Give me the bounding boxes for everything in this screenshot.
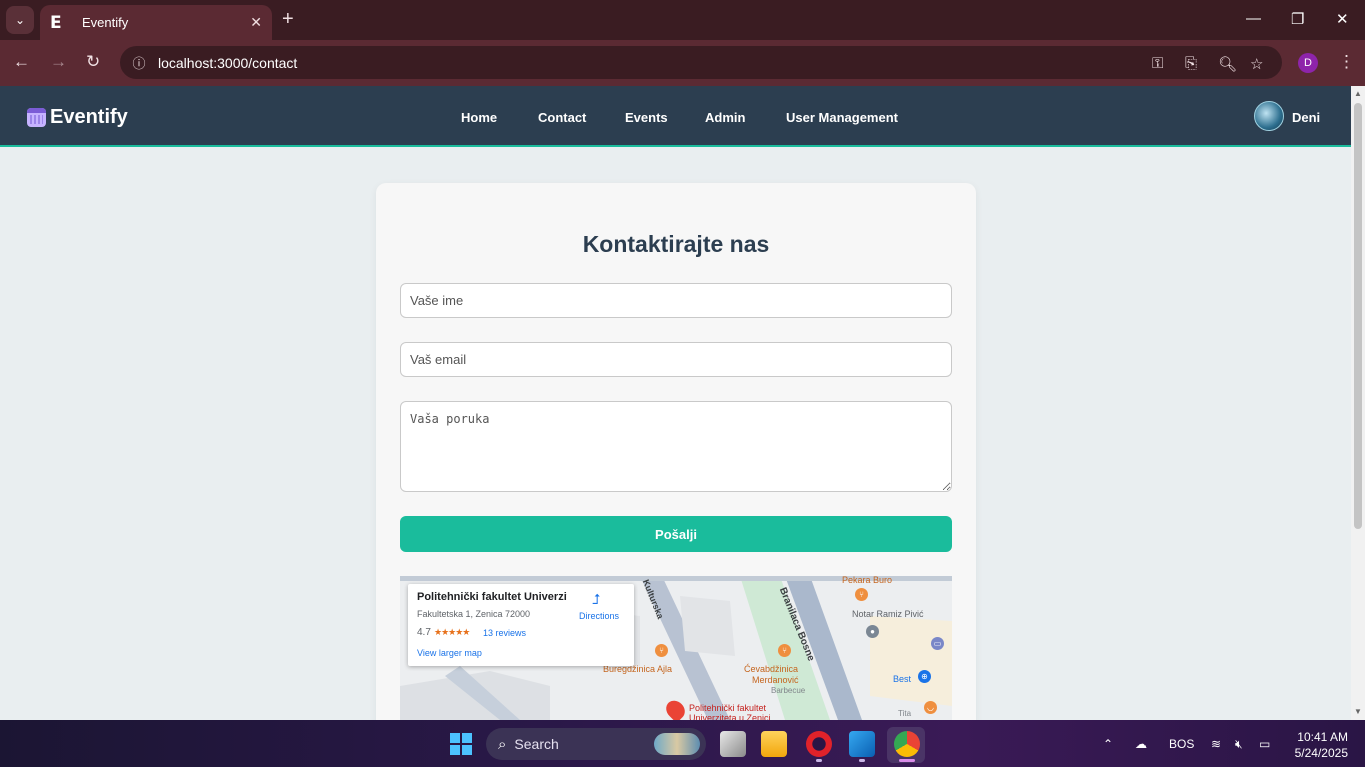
browser-tab[interactable]: E Eventify ✕ xyxy=(40,5,272,40)
nav-events[interactable]: Events xyxy=(625,110,668,125)
restaurant-pin-icon[interactable]: ⑂ xyxy=(778,644,791,657)
map-label-poli1: Politehnički fakultet xyxy=(689,703,767,713)
forward-icon[interactable]: → xyxy=(50,52,67,72)
url-text[interactable]: localhost:3000/contact xyxy=(158,55,297,71)
tab-search-dropdown[interactable]: ⌄ xyxy=(6,6,34,34)
rating-stars-icon: ★★★★★ xyxy=(434,627,470,637)
view-larger-map-link[interactable]: View larger map xyxy=(417,648,482,658)
system-clock[interactable]: 10:41 AM 5/24/2025 xyxy=(1290,729,1348,761)
place-pin-icon[interactable]: ● xyxy=(866,625,879,638)
address-bar[interactable]: ⓘ localhost:3000/contact xyxy=(120,46,1282,79)
site-navbar xyxy=(0,86,1351,147)
restaurant-pin-icon[interactable]: ⑂ xyxy=(655,644,668,657)
clock-time: 10:41 AM xyxy=(1297,730,1348,744)
scrollbar-thumb[interactable] xyxy=(1354,103,1362,529)
file-explorer-icon[interactable] xyxy=(761,731,787,757)
nav-home[interactable]: Home xyxy=(461,110,497,125)
tab-title: Eventify xyxy=(82,15,129,30)
name-field[interactable] xyxy=(400,283,952,318)
user-avatar[interactable] xyxy=(1254,101,1284,131)
opera-browser-icon[interactable] xyxy=(806,731,832,757)
message-field[interactable] xyxy=(400,401,952,492)
map-label-cevabdzinica: Ćevabdžinica xyxy=(744,664,799,674)
new-tab-button[interactable]: + xyxy=(282,8,294,31)
map-label-barbecue: Barbecue xyxy=(771,686,806,695)
close-tab-icon[interactable]: ✕ xyxy=(250,14,262,31)
brand-logo[interactable]: Eventify xyxy=(27,106,128,129)
active-indicator xyxy=(899,759,915,762)
map-reviews-link[interactable]: 13 reviews xyxy=(483,628,526,638)
close-window-icon[interactable]: ✕ xyxy=(1336,10,1349,28)
search-highlight-image xyxy=(654,733,700,755)
email-field[interactable] xyxy=(400,342,952,377)
nav-contact[interactable]: Contact xyxy=(538,110,586,125)
page-title: Kontaktirajte nas xyxy=(582,231,770,257)
vscode-icon[interactable] xyxy=(849,731,875,757)
submit-button[interactable]: Pošalji xyxy=(400,516,952,552)
taskbar-search[interactable]: ⌕ Search xyxy=(486,728,706,760)
taskbar-search-label: Search xyxy=(514,736,559,752)
directions-icon[interactable]: ⮥ xyxy=(592,591,608,607)
favicon-icon: E xyxy=(50,12,62,33)
map-place-name: Politehnički fakultet Univerzit... xyxy=(417,591,567,603)
restore-icon[interactable]: ❐ xyxy=(1291,10,1304,28)
back-icon[interactable]: ← xyxy=(13,52,30,72)
cafe-pin-icon[interactable]: ◡ xyxy=(924,701,937,714)
show-hidden-icons-icon[interactable]: ⌃ xyxy=(1103,737,1113,751)
minimize-icon[interactable]: — xyxy=(1246,10,1261,27)
running-indicator xyxy=(816,759,822,762)
map-label-merdanovic: Merdanović xyxy=(752,675,799,685)
zoom-icon[interactable]: 🔍︎ xyxy=(1218,55,1237,73)
map-rating-value: 4.7 xyxy=(417,627,431,638)
brand-name: Eventify xyxy=(50,106,128,128)
map-label-notar: Notar Ramiz Pivić xyxy=(852,609,924,619)
shopping-cart-icon[interactable]: ⊕ xyxy=(918,670,931,683)
bookmark-star-icon[interactable]: ☆ xyxy=(1250,55,1263,73)
nav-admin[interactable]: Admin xyxy=(705,110,745,125)
user-name[interactable]: Deni xyxy=(1292,110,1320,125)
windows-start-icon[interactable] xyxy=(450,733,472,755)
clock-date: 5/24/2025 xyxy=(1294,746,1348,760)
scroll-up-icon[interactable]: ▲ xyxy=(1352,89,1364,98)
volume-muted-icon[interactable]: 🔇︎ xyxy=(1235,737,1243,752)
reload-icon[interactable]: ↻ xyxy=(86,52,100,72)
cloud-sync-icon[interactable]: ☁ xyxy=(1135,737,1147,751)
password-key-icon[interactable]: ⚿ xyxy=(1152,55,1163,72)
map-label-pekara: Pekara Buro xyxy=(842,575,893,585)
map-label-tita: Tita xyxy=(898,709,912,718)
browser-menu-icon[interactable]: ⋮ xyxy=(1338,52,1355,72)
site-info-icon[interactable]: ⓘ xyxy=(122,53,156,72)
running-indicator xyxy=(859,759,865,762)
calendar-icon xyxy=(27,108,46,127)
nav-user-management[interactable]: User Management xyxy=(786,110,898,125)
scroll-down-icon[interactable]: ▼ xyxy=(1352,707,1364,716)
install-app-icon[interactable]: ⎘ xyxy=(1185,55,1197,72)
directions-link[interactable]: Directions xyxy=(579,611,619,621)
search-icon: ⌕ xyxy=(498,735,507,753)
language-indicator[interactable]: BOS xyxy=(1169,737,1194,751)
battery-icon[interactable]: ▭ xyxy=(1259,737,1270,751)
task-view-icon[interactable] xyxy=(720,731,746,757)
profile-avatar[interactable]: D xyxy=(1298,53,1318,73)
map-label-best: Best xyxy=(893,674,912,684)
wifi-icon[interactable]: ≋ xyxy=(1211,737,1221,751)
restaurant-pin-icon[interactable]: ⑂ xyxy=(855,588,868,601)
atm-pin-icon[interactable]: ▭ xyxy=(931,637,944,650)
chrome-browser-icon[interactable] xyxy=(894,731,920,757)
map-place-address: Fakultetska 1, Zenica 72000 xyxy=(417,609,531,619)
